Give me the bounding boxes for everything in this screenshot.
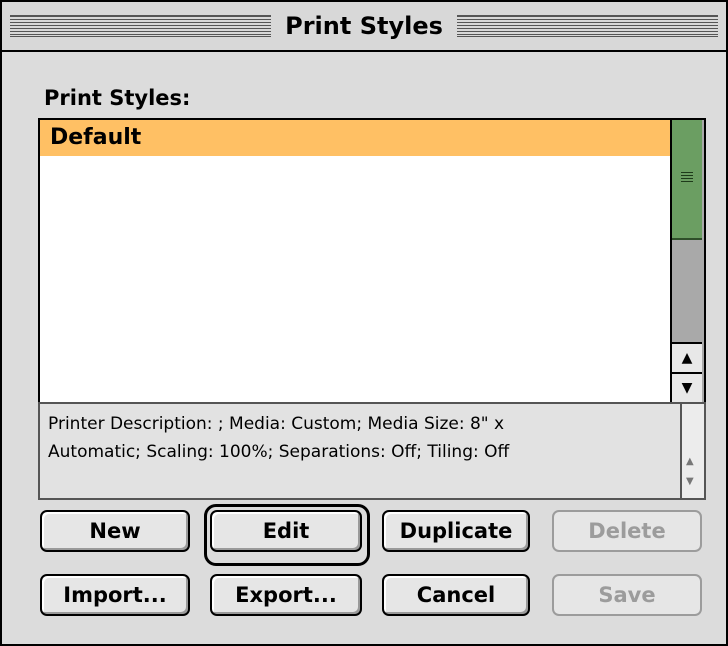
- print-styles-list[interactable]: Default ▲ ▼: [38, 118, 706, 404]
- list-item-default[interactable]: Default: [40, 120, 670, 156]
- description-line-2: Automatic; Scaling: 100%; Separations: O…: [48, 442, 510, 462]
- cancel-button[interactable]: Cancel: [382, 574, 530, 616]
- small-up-arrow-icon[interactable]: ▲: [686, 456, 694, 467]
- window-title: Print Styles: [285, 12, 443, 40]
- duplicate-button[interactable]: Duplicate: [382, 510, 530, 552]
- list-area[interactable]: Default: [40, 120, 670, 402]
- delete-button: Delete: [552, 510, 702, 552]
- description-scrollbar[interactable]: ▲ ▼: [680, 404, 704, 498]
- scroll-up-button[interactable]: ▲: [672, 342, 702, 372]
- description-line-1: Printer Description: ; Media: Custom; Me…: [48, 414, 505, 434]
- new-button[interactable]: New: [40, 510, 190, 552]
- list-scrollbar[interactable]: ▲ ▼: [670, 120, 704, 402]
- title-stripes-right: [456, 15, 719, 37]
- title-stripes-left: [10, 15, 272, 37]
- title-bar[interactable]: Print Styles: [2, 2, 726, 52]
- small-down-arrow-icon[interactable]: ▼: [686, 476, 694, 487]
- edit-button[interactable]: Edit: [210, 510, 362, 552]
- import-button[interactable]: Import...: [40, 574, 190, 616]
- scroll-grip-icon: [681, 172, 693, 182]
- print-styles-label: Print Styles:: [44, 86, 191, 110]
- scroll-thumb[interactable]: [672, 120, 702, 240]
- style-description: Printer Description: ; Media: Custom; Me…: [38, 402, 706, 500]
- up-arrow-icon: ▲: [681, 350, 693, 366]
- print-styles-dialog: Print Styles Print Styles: Default ▲ ▼ P…: [0, 0, 728, 646]
- save-button: Save: [552, 574, 702, 616]
- export-button[interactable]: Export...: [210, 574, 362, 616]
- scroll-down-button[interactable]: ▼: [672, 372, 702, 402]
- down-arrow-icon: ▼: [681, 380, 693, 396]
- description-text: Printer Description: ; Media: Custom; Me…: [48, 410, 668, 466]
